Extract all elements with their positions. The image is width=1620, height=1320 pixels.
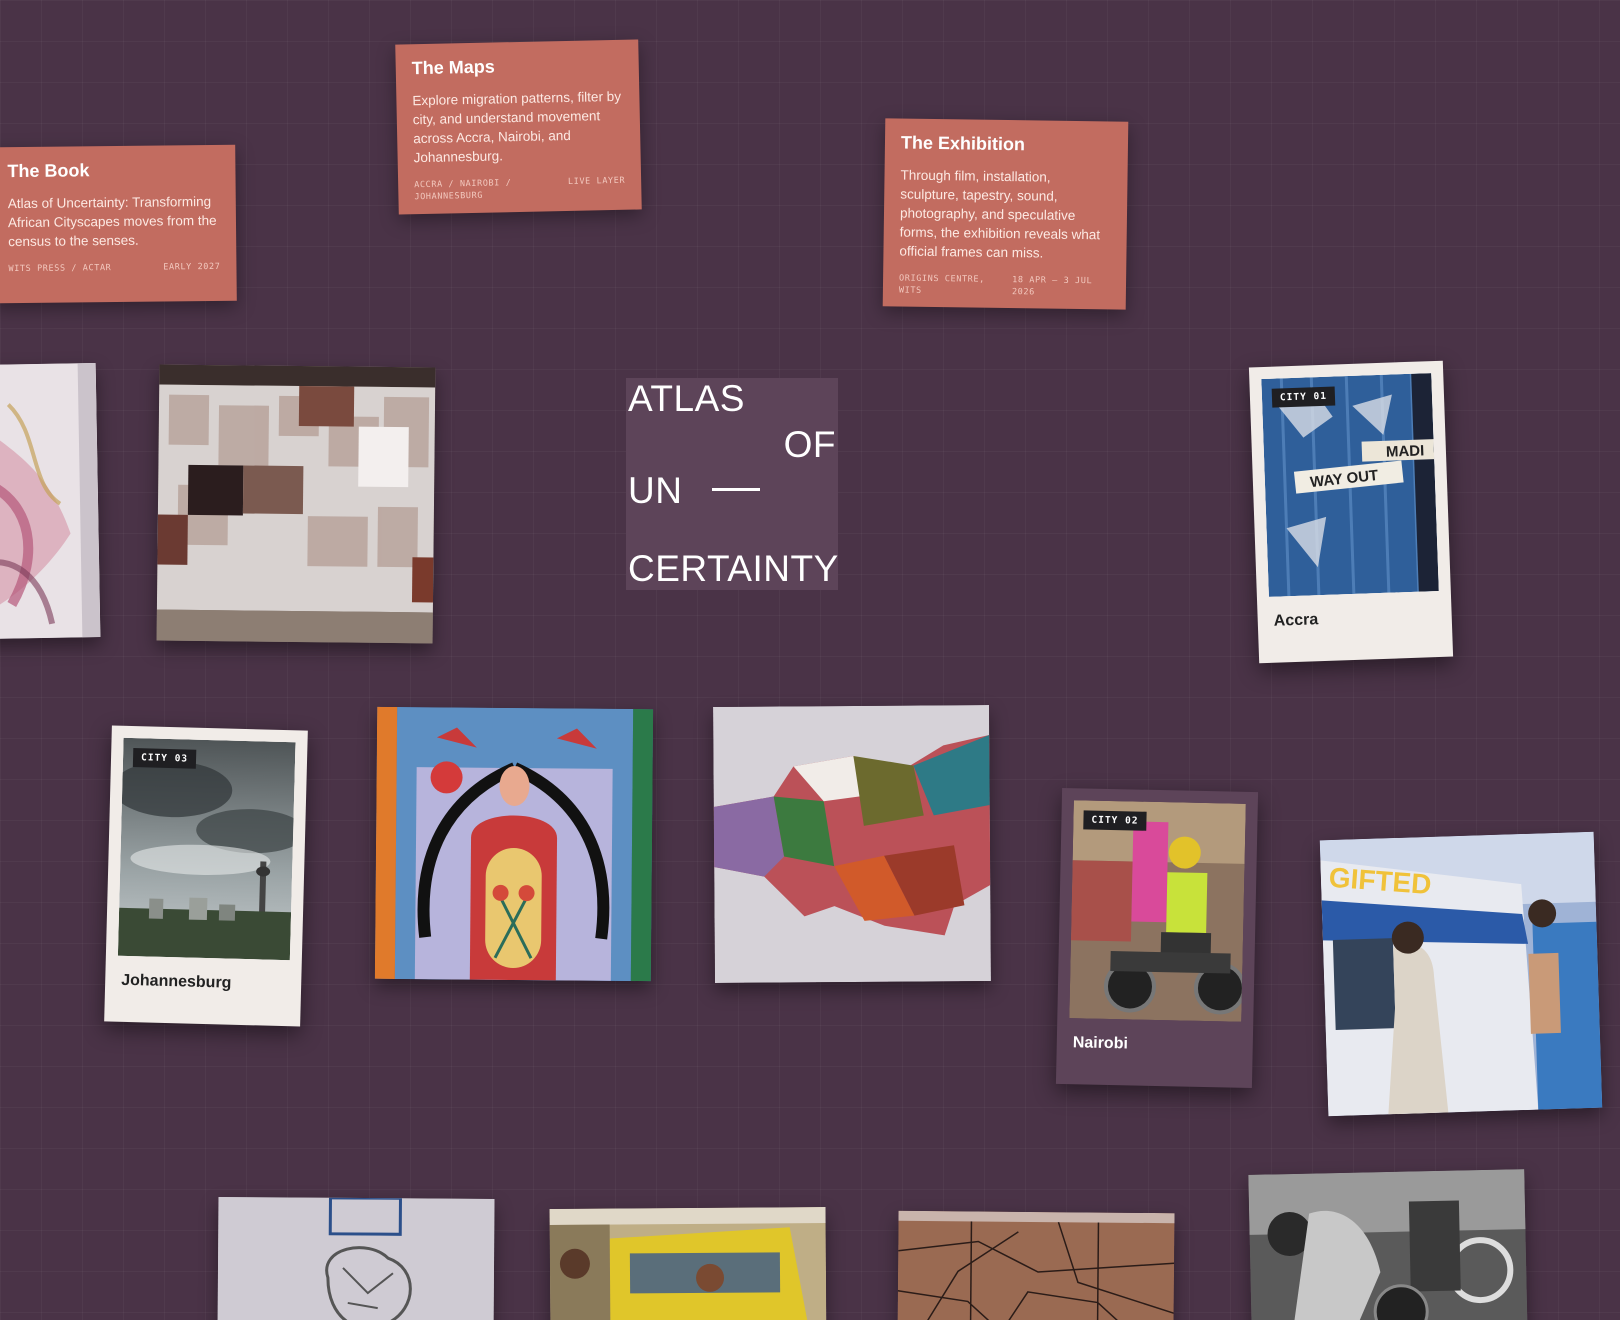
matatu-photo[interactable]: GIFTED (1319, 831, 1603, 1117)
title-line-atlas: ATLAS (628, 378, 745, 419)
maps-card-body: Explore migration patterns, filter by ci… (412, 88, 622, 166)
textile-map-graphic (713, 705, 991, 983)
city-card-nairobi[interactable]: CITY 02 Nairobi (1055, 787, 1259, 1089)
johannesburg-city-label: Johannesburg (121, 971, 232, 992)
matatu-graphic: GIFTED (1319, 831, 1603, 1117)
accra-city-label: Accra (1273, 611, 1319, 630)
brain-sketch-artwork[interactable] (217, 1197, 495, 1320)
maps-card-meta-left: ACCRA / NAIROBI / JOHANNESBURG (414, 178, 512, 203)
book-card[interactable]: The Book Atlas of Uncertainty: Transform… (0, 144, 237, 304)
maps-card-title: The Maps (411, 56, 495, 79)
nairobi-city-label: Nairobi (1072, 1034, 1129, 1053)
painted-bus-graphic (549, 1207, 827, 1320)
maps-card-meta: ACCRA / NAIROBI / JOHANNESBURG LIVE LAYE… (414, 175, 625, 203)
nairobi-photo: CITY 02 (1069, 800, 1246, 1022)
tapestry-graphic (156, 364, 436, 644)
title-line-certainty: CERTAINTY (628, 548, 839, 589)
book-card-title: The Book (7, 160, 90, 182)
johannesburg-city-badge: CITY 03 (132, 748, 197, 769)
book-card-meta-left: WITS PRESS / ACTAR (8, 263, 112, 275)
street-map-graphic (897, 1210, 1175, 1320)
title-line-of: OF (783, 424, 836, 465)
painted-bus-artwork[interactable] (549, 1207, 827, 1320)
johannesburg-skyline-graphic (117, 737, 296, 961)
johannesburg-photo: CITY 03 (117, 737, 296, 961)
book-card-meta: WITS PRESS / ACTAR EARLY 2027 (8, 261, 220, 275)
pink-abstract-painting[interactable] (0, 362, 101, 640)
figure-painting[interactable] (374, 706, 654, 982)
brain-sketch-graphic (217, 1197, 495, 1320)
street-map-drawing[interactable] (897, 1210, 1175, 1320)
maps-card[interactable]: The Maps Explore migration patterns, fil… (395, 39, 642, 215)
textile-map-artwork[interactable] (713, 705, 991, 983)
accra-sign-madi: MADI (1386, 442, 1425, 460)
exhibition-card-meta: ORIGINS CENTRE, WITS 18 APR – 3 JUL 2026 (899, 273, 1110, 300)
city-card-johannesburg[interactable]: CITY 03 Johannesburg (104, 725, 308, 1027)
exhibition-card-meta-left: ORIGINS CENTRE, WITS (898, 273, 985, 296)
title-line-un: UN (628, 470, 683, 511)
tapestry-installation-photo[interactable] (156, 364, 436, 644)
atlas-title-block: ATLAS OF UN CERTAINTY (626, 378, 838, 590)
motorbike-market-graphic (1248, 1169, 1528, 1320)
pink-abstract-graphic (0, 362, 101, 640)
book-card-meta-right: EARLY 2027 (163, 261, 221, 273)
accra-city-badge: CITY 01 (1271, 386, 1336, 408)
exhibition-card-title: The Exhibition (900, 132, 1026, 155)
motorbike-market-photo[interactable] (1248, 1169, 1528, 1320)
book-card-body: Atlas of Uncertainty: Transforming Afric… (7, 193, 217, 250)
nairobi-city-badge: CITY 02 (1083, 810, 1147, 831)
exhibition-card-meta-right: 18 APR – 3 JUL 2026 (1011, 275, 1093, 298)
title-dash (712, 488, 760, 491)
exhibition-card[interactable]: The Exhibition Through film, installatio… (882, 118, 1129, 310)
figure-painting-graphic (374, 706, 654, 982)
nairobi-street-graphic (1069, 800, 1246, 1022)
city-card-accra[interactable]: WAY OUT MADI CITY 01 Accra (1248, 360, 1454, 664)
exhibition-card-body: Through film, installation, sculpture, t… (899, 167, 1101, 261)
accra-photo: WAY OUT MADI CITY 01 (1261, 373, 1439, 597)
board-canvas[interactable]: The Book Atlas of Uncertainty: Transform… (0, 0, 1620, 1320)
maps-card-meta-right: LIVE LAYER (567, 175, 626, 187)
